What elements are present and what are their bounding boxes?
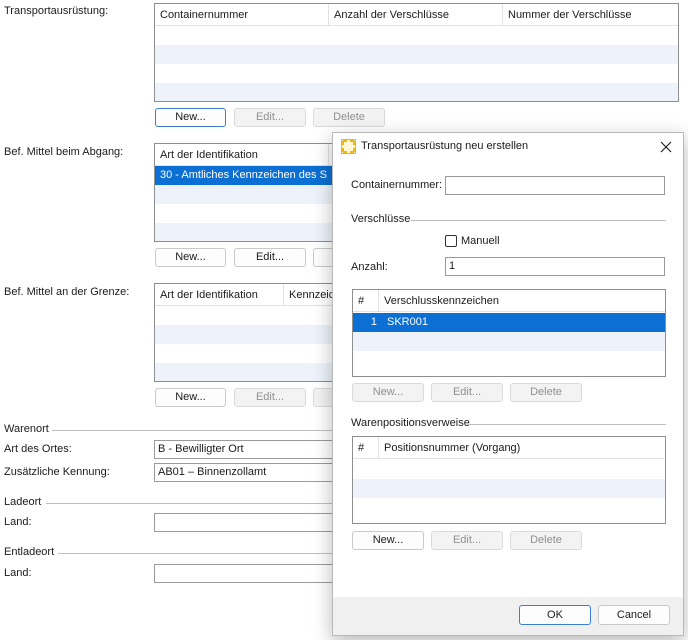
- manuell-checkbox[interactable]: [445, 235, 457, 247]
- transport-delete-button[interactable]: Delete: [313, 108, 385, 127]
- transport-grid[interactable]: Containernummer Anzahl der Verschlüsse N…: [154, 3, 679, 102]
- column-header-kennzeichen[interactable]: Kennzeichen: [284, 284, 333, 306]
- abgang-new-button[interactable]: New...: [155, 248, 226, 267]
- containernummer-label: Containernummer:: [351, 179, 443, 191]
- zus-kennung-field[interactable]: AB01 – Binnenzollamt: [154, 463, 334, 482]
- verschluesse-section-title: Verschlüsse: [351, 213, 411, 225]
- pos-new-button[interactable]: New...: [352, 531, 424, 550]
- entladeort-divider: [58, 553, 337, 554]
- table-row: [155, 363, 333, 381]
- table-row: [155, 223, 333, 241]
- seal-grid-header: # Verschlusskennzeichen: [353, 290, 665, 312]
- positions-grid-header: # Positionsnummer (Vorgang): [353, 437, 665, 459]
- grenze-grid-header: Art der Identifikation Kennzeichen: [155, 284, 333, 306]
- pos-edit-button[interactable]: Edit...: [431, 531, 503, 550]
- grenze-new-button[interactable]: New...: [155, 388, 226, 407]
- seal-row-number: 1: [370, 316, 377, 328]
- abgang-row-value: 30 - Amtliches Kennzeichen des S...: [160, 169, 328, 181]
- ladeort-divider: [46, 503, 337, 504]
- table-row: [155, 306, 333, 325]
- anzahl-field[interactable]: 1: [445, 257, 665, 276]
- dialog-footer: OK Cancel: [333, 597, 683, 635]
- column-header-containernummer[interactable]: Containernummer: [155, 4, 329, 26]
- dialog-title: Transportausrüstung neu erstellen: [361, 140, 529, 152]
- table-row: [155, 344, 333, 363]
- anzahl-label: Anzahl:: [351, 261, 388, 273]
- grenze-edit-button[interactable]: Edit...: [234, 388, 306, 407]
- table-row: [353, 332, 665, 351]
- column-header-positionsnummer[interactable]: Positionsnummer (Vorgang): [379, 437, 665, 459]
- create-transport-dialog: Transportausrüstung neu erstellen Contai…: [332, 132, 684, 636]
- art-des-ortes-field[interactable]: B - Bewilligter Ort: [154, 440, 334, 459]
- app-icon: [341, 139, 356, 154]
- column-header-number[interactable]: #: [353, 437, 379, 459]
- entladeort-land-label: Land:: [4, 567, 32, 579]
- manuell-label: Manuell: [461, 235, 500, 247]
- table-row: [155, 45, 678, 64]
- abgang-edit-button[interactable]: Edit...: [234, 248, 306, 267]
- transport-grid-header: Containernummer Anzahl der Verschlüsse N…: [155, 4, 678, 26]
- table-row: [353, 351, 665, 370]
- column-header-art-identifikation[interactable]: Art der Identifikation: [155, 144, 329, 166]
- table-row: [155, 204, 333, 223]
- table-row: [155, 185, 333, 204]
- cancel-button[interactable]: Cancel: [598, 605, 670, 625]
- column-header-number[interactable]: #: [353, 290, 379, 312]
- entladeort-section-title: Entladeort: [4, 546, 55, 558]
- grenze-grid[interactable]: Art der Identifikation Kennzeichen: [154, 283, 334, 382]
- table-row: [353, 479, 665, 498]
- positions-grid[interactable]: # Positionsnummer (Vorgang): [352, 436, 666, 524]
- verschluesse-divider: [411, 220, 666, 221]
- transport-edit-button[interactable]: Edit...: [234, 108, 306, 127]
- entladeort-land-field[interactable]: [154, 564, 334, 583]
- warenort-divider: [52, 430, 337, 431]
- abgang-grid-header: Art der Identifikation: [155, 144, 333, 166]
- seal-edit-button[interactable]: Edit...: [431, 383, 503, 402]
- warenort-section-title: Warenort: [4, 423, 49, 435]
- grenze-label: Bef. Mittel an der Grenze:: [4, 286, 130, 298]
- zus-kennung-label: Zusätzliche Kennung:: [4, 466, 110, 478]
- table-row: [353, 460, 665, 479]
- seal-grid[interactable]: # Verschlusskennzeichen 1 SKR001: [352, 289, 666, 377]
- transport-label: Transportausrüstung:: [4, 5, 109, 17]
- pos-delete-button[interactable]: Delete: [510, 531, 582, 550]
- abgang-label: Bef. Mittel beim Abgang:: [4, 146, 124, 158]
- table-row[interactable]: 30 - Amtliches Kennzeichen des S...: [155, 166, 333, 185]
- close-icon[interactable]: [659, 140, 673, 154]
- ladeort-land-label: Land:: [4, 516, 32, 528]
- transport-new-button[interactable]: New...: [155, 108, 226, 127]
- containernummer-field[interactable]: [445, 176, 665, 195]
- ladeort-section-title: Ladeort: [4, 496, 42, 508]
- seal-delete-button[interactable]: Delete: [510, 383, 582, 402]
- table-row: [155, 64, 678, 83]
- abgang-grid[interactable]: Art der Identifikation 30 - Amtliches Ke…: [154, 143, 334, 242]
- waren-section-title: Warenpositionsverweise: [351, 417, 470, 429]
- ladeort-land-field[interactable]: [154, 513, 334, 532]
- table-row[interactable]: 1 SKR001: [353, 313, 665, 332]
- column-header-anzahl[interactable]: Anzahl der Verschlüsse: [329, 4, 503, 26]
- art-des-ortes-label: Art des Ortes:: [4, 443, 72, 455]
- table-row: [155, 83, 678, 101]
- table-row: [155, 26, 678, 45]
- column-header-nummer[interactable]: Nummer der Verschlüsse: [503, 4, 678, 26]
- column-header-art-identifikation[interactable]: Art der Identifikation: [155, 284, 284, 306]
- seal-row-value: SKR001: [387, 316, 428, 328]
- table-row: [155, 325, 333, 344]
- column-header-verschlusskennzeichen[interactable]: Verschlusskennzeichen: [379, 290, 665, 312]
- ok-button[interactable]: OK: [519, 605, 591, 625]
- waren-divider: [467, 424, 666, 425]
- dialog-titlebar[interactable]: Transportausrüstung neu erstellen: [333, 133, 683, 161]
- table-row: [353, 498, 665, 517]
- seal-new-button[interactable]: New...: [352, 383, 424, 402]
